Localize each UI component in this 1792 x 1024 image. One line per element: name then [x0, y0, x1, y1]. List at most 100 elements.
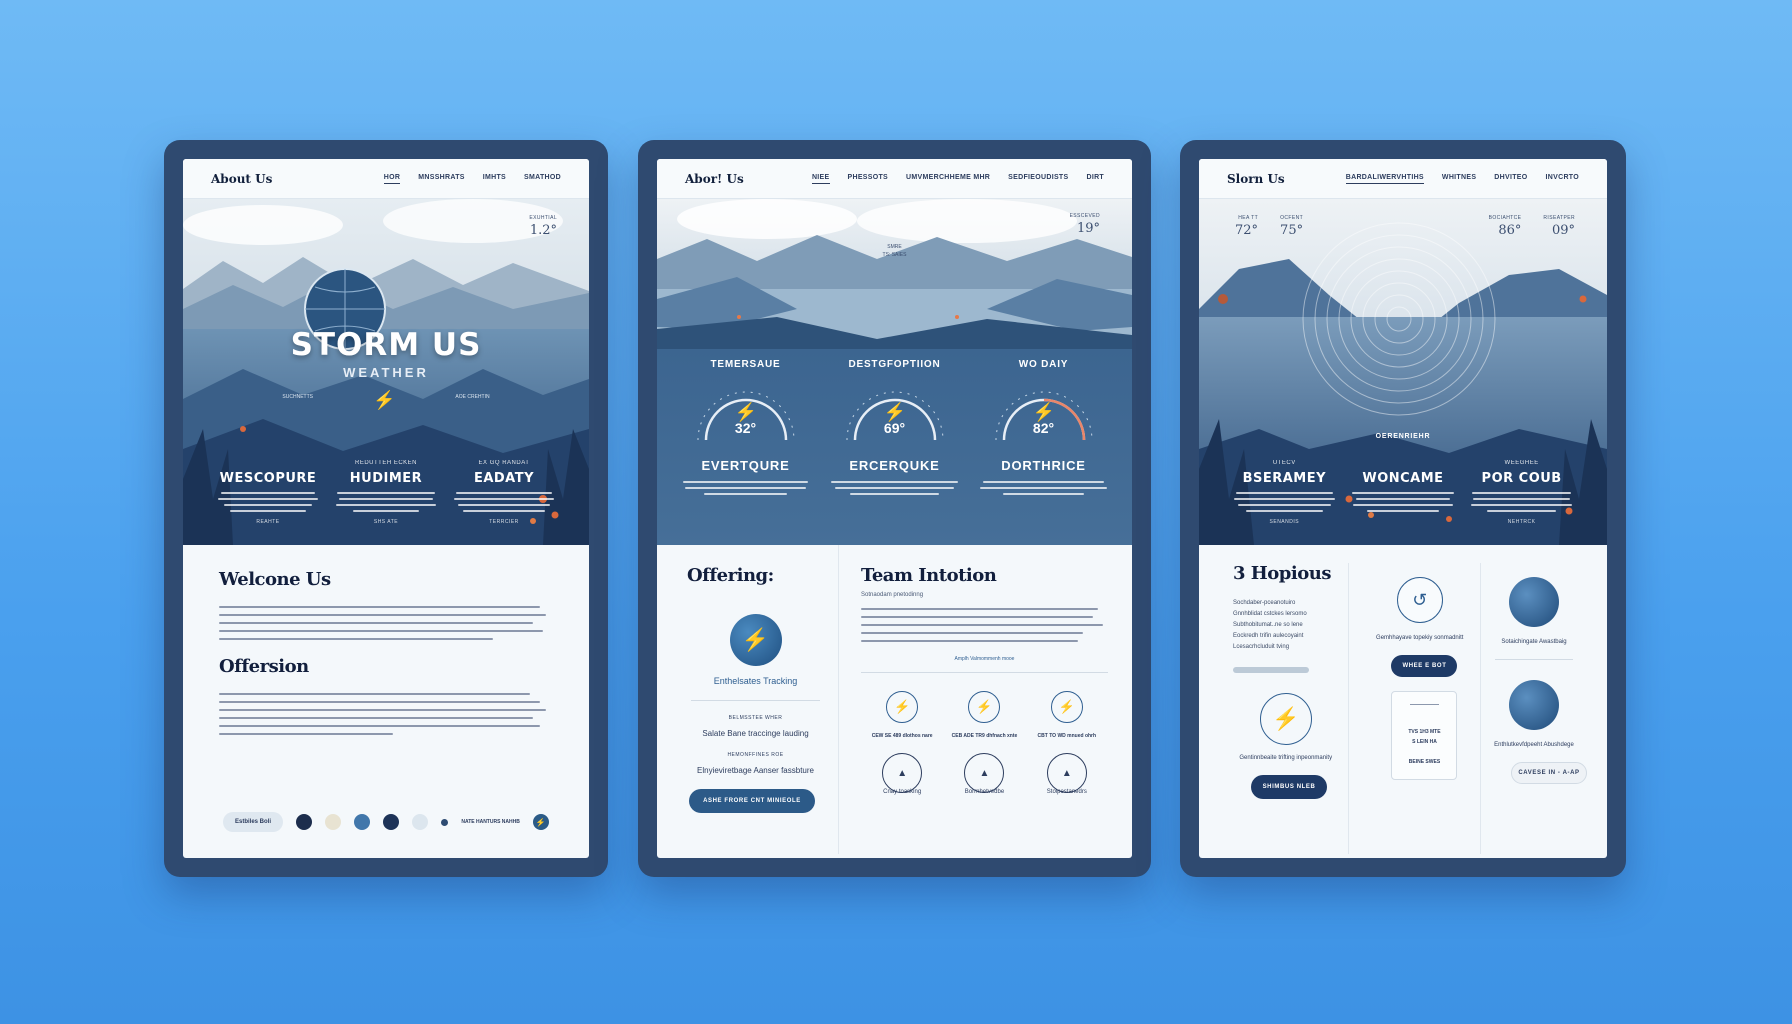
top-nav: Abor! Us NIEE PHESSOTS UMVMERCHHEME MHR …: [657, 159, 1132, 199]
tertiary-action-button[interactable]: CAVESE IN - A-AP: [1511, 762, 1587, 784]
storm-right-column: Sotaichingate Awastbaig Enthlutkevfdpeeh…: [1480, 563, 1587, 854]
swatch-blue[interactable]: [354, 814, 371, 830]
offering-link[interactable]: Salate Bane traccinge lauding: [687, 729, 824, 738]
temp-label: ESSCEVED: [1069, 213, 1100, 219]
primary-action-button[interactable]: WHEE E BOT: [1391, 655, 1458, 677]
temp-value: 19°: [1076, 221, 1100, 236]
hero-columns: UTECV BSERAMEY SENANDIS WONCAME WEEGHEE …: [1199, 460, 1607, 525]
nav-link-home[interactable]: BARDALIWERVHTIHS: [1345, 174, 1424, 184]
temperature-readout: EXUHTIAL 1.2°: [529, 215, 557, 239]
offering-cta-button[interactable]: ASHE FRORE CNT MINIEOLE: [689, 789, 815, 813]
team-link-label[interactable]: Borrnhetvedbe: [949, 789, 1019, 795]
logo-caption: SUCHNETTS: [282, 394, 313, 400]
temp-label: OCFENT: [1280, 215, 1304, 221]
mountain-icon[interactable]: ▲: [1046, 753, 1087, 793]
lightning-icon[interactable]: ⚡: [968, 691, 1001, 723]
swatch-light[interactable]: [412, 814, 429, 830]
center-caption: SMRE: [887, 244, 902, 250]
forecast-lower: Offering: ⚡ Enthelsates Tracking BELMSST…: [657, 545, 1132, 854]
nav-links: NIEE PHESSOTS UMVMERCHHEME MHR SEDFIEOUD…: [811, 174, 1104, 184]
lightning-icon[interactable]: ⚡: [1050, 691, 1083, 723]
intro-line: Eockredh trifin aulecoyaint: [1233, 633, 1304, 639]
globe-icon[interactable]: [1509, 680, 1559, 730]
column-kicker: [1348, 460, 1458, 469]
logo-caption-2: AOE CREHTIN: [455, 394, 490, 400]
intro-line: Lcesacrhcluduit tving: [1233, 644, 1290, 650]
gauge-dial: ⚡: [995, 391, 1092, 441]
swatch-sand[interactable]: [325, 814, 342, 830]
intro-line: Gnnhblidat cstckes lersomo: [1233, 611, 1307, 617]
nav-link[interactable]: DHVITEO: [1494, 174, 1527, 184]
nav-link[interactable]: IMHTS: [483, 174, 506, 184]
column-heading: HUDIMER: [349, 471, 423, 486]
tablet-frame-forecast: Abor! Us NIEE PHESSOTS UMVMERCHHEME MHR …: [638, 140, 1151, 877]
column-heading: EADATY: [473, 471, 535, 486]
brand-title[interactable]: Slorn Us: [1227, 172, 1285, 186]
temperature-readout-right: BOCIAHTCE 86° RISEATPER 09°: [1489, 215, 1575, 239]
hero-forecast: ESSCEVED 19° SMRE TS: SAIES TEMERSAUE ⚡ 3…: [657, 199, 1132, 545]
lightning-icon[interactable]: ⚡: [886, 691, 919, 723]
lightning-icon[interactable]: ⚡: [729, 614, 782, 666]
nav-link-home[interactable]: NIEE: [811, 174, 830, 184]
screen-storm: Slorn Us BARDALIWERVHTIHS WHITNES DHVITE…: [1199, 159, 1607, 858]
hero-radar: HEA TT 72° OCFENT 75° BOCIAHTCE 86° RISEATP…: [1199, 199, 1607, 545]
temperature-readout-left: HEA TT 72° OCFENT 75°: [1235, 215, 1303, 239]
palette-caption: NATE HANTURS NAHHB: [461, 819, 520, 825]
nav-link[interactable]: INVCRTO: [1546, 174, 1579, 184]
nav-link[interactable]: WHITNES: [1442, 174, 1476, 184]
team-link-label[interactable]: Stoipestanedrs: [1032, 789, 1102, 795]
logo-subtitle: WEATHER: [343, 365, 429, 380]
nav-link[interactable]: SMATHOD: [524, 174, 561, 184]
swatch-small[interactable]: [441, 818, 449, 826]
nav-links: HOR MNSSHRATS IMHTS SMATHOD: [383, 174, 561, 184]
nav-link[interactable]: SEDFIEOUDISTS: [1008, 174, 1068, 184]
column-footer: SHS ATE: [373, 519, 399, 525]
offering-kicker: HEMONFFINES ROE: [727, 752, 784, 758]
team-link-label[interactable]: Cnay toasking: [867, 789, 937, 795]
welcome-paragraph: [219, 606, 553, 640]
center-caption-2: TS: SAIES: [882, 252, 907, 258]
nav-link[interactable]: MNSSHRATS: [418, 174, 465, 184]
swatch-navy[interactable]: [296, 814, 313, 830]
palette-row: Estbiles Boli NATE HANTURS NAHHB ⚡: [223, 812, 549, 832]
hero-column: REDUTTEH ECKEN HUDIMER SHS ATE: [331, 460, 441, 525]
team-subtitle: Sotnaodam pnetodinng: [861, 592, 924, 598]
nav-link[interactable]: UMVMERCHHEME MHR: [906, 174, 990, 184]
hero-banner: EXUHTIAL 1.2° STORM US WEATHER SUCHNETTS …: [183, 199, 589, 545]
nav-link-home[interactable]: HOR: [383, 174, 401, 184]
globe-caption: Sotaichingate Awastbaig: [1501, 639, 1567, 645]
feature-label[interactable]: Enthelsates Tracking: [687, 676, 824, 686]
intro-list: Sochdaber-pceanotuiro Gnnhblidat cstckes…: [1233, 598, 1338, 653]
brand-title[interactable]: About Us: [211, 172, 272, 186]
column-heading: WONCAME: [1362, 471, 1444, 486]
column-kicker: [213, 460, 323, 469]
palette-pill-button[interactable]: Estbiles Boli: [223, 812, 284, 832]
nav-link[interactable]: DIRT: [1086, 174, 1104, 184]
column-kicker: UTECV: [1272, 460, 1296, 466]
column-text: [331, 492, 441, 512]
swatch-deep-navy[interactable]: [383, 814, 400, 830]
mountain-icon[interactable]: ▲: [964, 753, 1005, 793]
column-kicker: EX GQ RANDAT: [478, 460, 530, 466]
hook-icon[interactable]: ↺: [1396, 577, 1443, 623]
column-heading: POR COUB: [1481, 471, 1562, 486]
gauge-value: 82°: [1032, 420, 1055, 436]
brand-title[interactable]: Abor! Us: [685, 172, 744, 186]
offering-heading: Offering:: [687, 565, 774, 586]
hero-column: WONCAME: [1348, 460, 1458, 525]
team-link[interactable]: Amplh Valmommenh mooe: [861, 656, 1108, 662]
offersion-paragraph: [219, 693, 553, 735]
offering-link[interactable]: Elnyieviretbage Aanser fassbture: [687, 766, 824, 775]
about-content: Welcone Us Offersion Estbiles Boli NATE …: [183, 545, 589, 854]
bolt-icon[interactable]: ⚡: [532, 814, 549, 830]
team-link-row: ▲ Cnay toasking ▲ Borrnhetvedbe ▲ Stoipesta…: [861, 753, 1108, 795]
lightning-icon[interactable]: ⚡: [1259, 693, 1312, 745]
globe-icon[interactable]: [1509, 577, 1559, 627]
nav-link[interactable]: PHESSOTS: [848, 174, 889, 184]
mountain-icon[interactable]: ▲: [882, 753, 923, 793]
secondary-action-button[interactable]: SHIMBUS NLEB: [1251, 775, 1327, 799]
team-icon-item: ⚡ CEW SE 489 dlothos nare: [867, 691, 937, 739]
storm-lower: 3 Hopious Sochdaber-pceanotuiro Gnnhblid…: [1199, 545, 1607, 854]
team-icon-item: ⚡ CEB ADE TR9 dhfnach xnte: [949, 691, 1019, 739]
column-text: [1466, 492, 1576, 512]
